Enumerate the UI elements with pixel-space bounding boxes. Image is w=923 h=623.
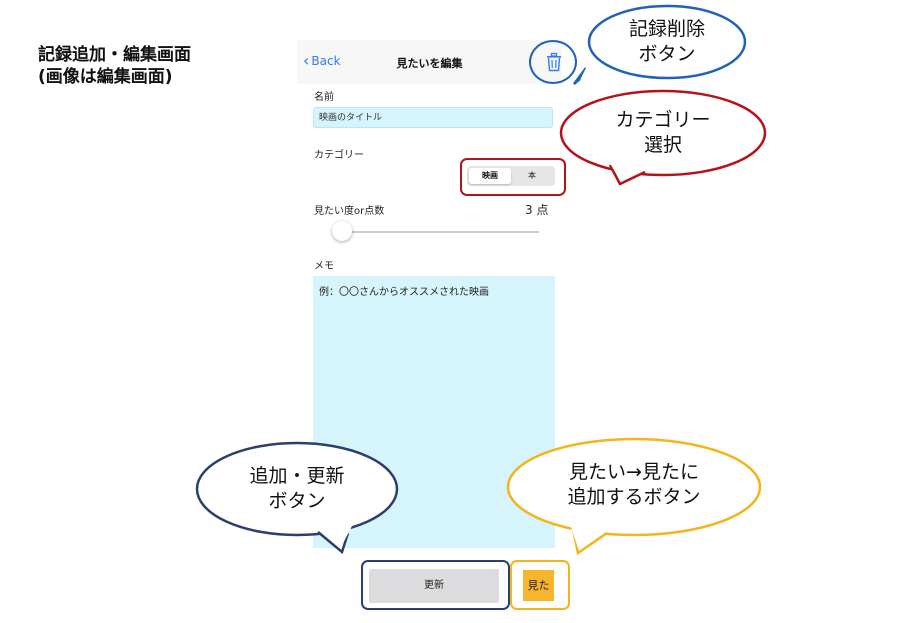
callout-bubbles [195,4,767,556]
delete-callout-text: 記録削除 ボタン [607,17,727,67]
delete-callout-line-2: ボタン [638,43,696,65]
update-callout-text: 追加・更新 ボタン [217,464,377,514]
watched-callout-line-2: 追加するボタン [567,486,701,508]
category-callout-line-1: カテゴリー [615,109,711,131]
update-callout-line-1: 追加・更新 [249,465,345,487]
watched-callout-line-1: 見たい→見たに [569,461,699,483]
category-callout-text: カテゴリー 選択 [583,108,743,158]
delete-callout-line-1: 記録削除 [628,18,705,40]
watched-callout-text: 見たい→見たに 追加するボタン [534,460,734,510]
category-callout-line-2: 選択 [643,134,682,156]
update-callout-line-2: ボタン [268,490,326,512]
